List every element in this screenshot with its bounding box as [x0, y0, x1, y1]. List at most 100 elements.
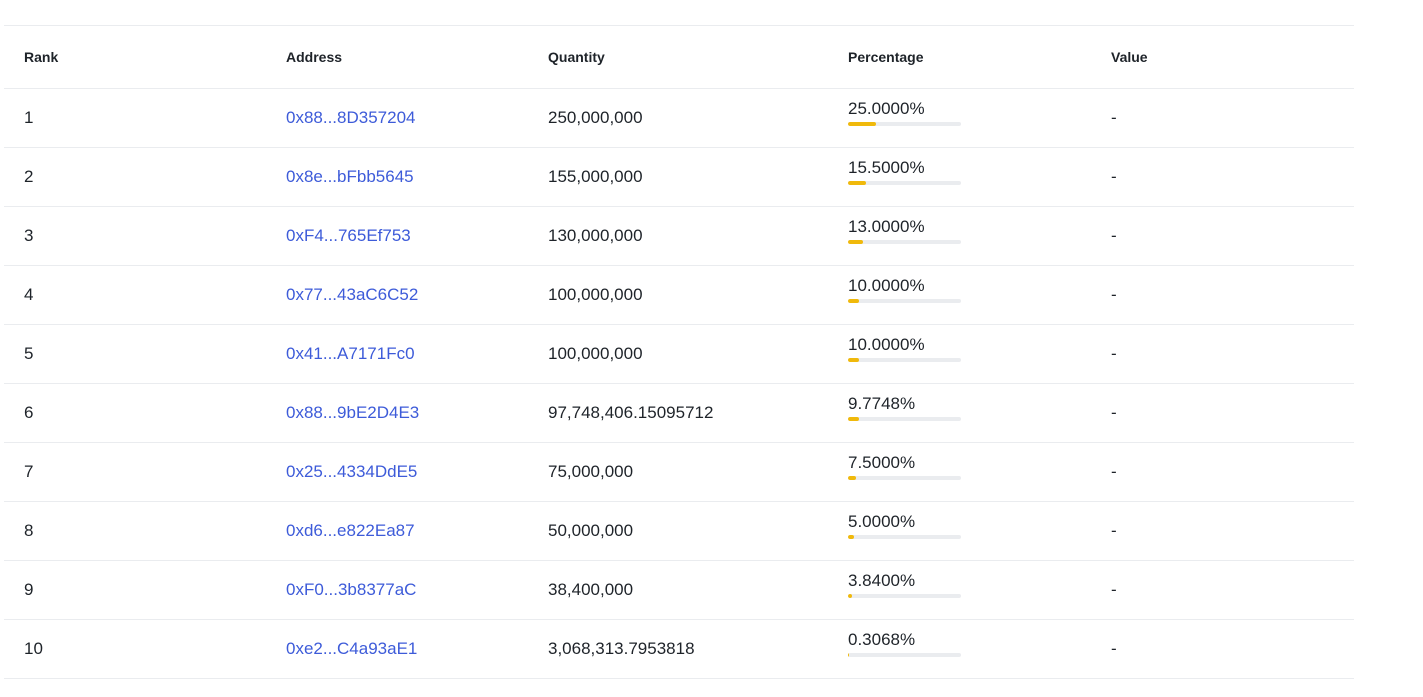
token-holders-table: Rank Address Quantity Percentage Value 1… [4, 25, 1354, 679]
header-address: Address [286, 49, 343, 65]
percentage-bar-track [848, 653, 961, 657]
address-cell: 0x88...8D357204 [266, 89, 528, 148]
percentage-indicator: 5.0000% [848, 512, 961, 539]
percentage-bar-track [848, 476, 961, 480]
value-cell: - [1111, 521, 1117, 540]
percentage-cell: 9.7748% [828, 384, 1091, 443]
header-rank: Rank [24, 49, 59, 65]
percentage-bar-fill [848, 240, 863, 244]
percentage-text: 10.0000% [848, 335, 925, 354]
value-cell: - [1111, 639, 1117, 658]
percentage-indicator: 0.3068% [848, 630, 961, 657]
address-link[interactable]: 0xF0...3b8377aC [286, 580, 416, 599]
address-cell: 0x8e...bFbb5645 [266, 148, 528, 207]
value-cell: - [1111, 108, 1117, 127]
quantity-cell: 3,068,313.7953818 [548, 639, 695, 658]
address-cell: 0xF4...765Ef753 [266, 207, 528, 266]
percentage-bar-track [848, 122, 961, 126]
header-value: Value [1111, 49, 1148, 65]
quantity-cell: 250,000,000 [548, 108, 643, 127]
percentage-bar-track [848, 181, 961, 185]
percentage-bar-fill [848, 476, 857, 480]
percentage-cell: 0.3068% [828, 620, 1091, 679]
address-link[interactable]: 0x8e...bFbb5645 [286, 167, 414, 186]
table-body: 1 0x88...8D357204 250,000,000 25.0000% - 2 0x8… [4, 89, 1354, 679]
address-link[interactable]: 0x88...9bE2D4E3 [286, 403, 419, 422]
table-row: 1 0x88...8D357204 250,000,000 25.0000% - [4, 89, 1354, 148]
quantity-cell: 75,000,000 [548, 462, 634, 481]
address-cell: 0xF0...3b8377aC [266, 561, 528, 620]
address-cell: 0xe2...C4a93aE1 [266, 620, 528, 679]
quantity-cell: 130,000,000 [548, 226, 643, 245]
percentage-text: 9.7748% [848, 394, 916, 413]
address-link[interactable]: 0x25...4334DdE5 [286, 462, 417, 481]
percentage-bar-track [848, 535, 961, 539]
table-row: 10 0xe2...C4a93aE1 3,068,313.7953818 0.3068… [4, 620, 1354, 679]
percentage-bar-track [848, 299, 961, 303]
percentage-text: 3.8400% [848, 571, 916, 590]
address-cell: 0xd6...e822Ea87 [266, 502, 528, 561]
percentage-indicator: 3.8400% [848, 571, 961, 598]
percentage-text: 13.0000% [848, 217, 925, 236]
table-row: 4 0x77...43aC6C52 100,000,000 10.0000% - [4, 266, 1354, 325]
percentage-bar-fill [848, 181, 866, 185]
address-link[interactable]: 0x77...43aC6C52 [286, 285, 418, 304]
percentage-text: 0.3068% [848, 630, 916, 649]
percentage-bar-fill [848, 122, 877, 126]
rank-cell: 2 [24, 167, 34, 186]
percentage-cell: 5.0000% [828, 502, 1091, 561]
percentage-cell: 13.0000% [828, 207, 1091, 266]
percentage-cell: 25.0000% [828, 89, 1091, 148]
quantity-cell: 155,000,000 [548, 167, 643, 186]
percentage-cell: 15.5000% [828, 148, 1091, 207]
percentage-bar-fill [848, 358, 860, 362]
quantity-cell: 38,400,000 [548, 580, 634, 599]
percentage-cell: 7.5000% [828, 443, 1091, 502]
address-cell: 0x88...9bE2D4E3 [266, 384, 528, 443]
percentage-indicator: 15.5000% [848, 158, 961, 185]
percentage-text: 5.0000% [848, 512, 916, 531]
rank-cell: 7 [24, 462, 34, 481]
percentage-indicator: 7.5000% [848, 453, 961, 480]
address-link[interactable]: 0x88...8D357204 [286, 108, 416, 127]
address-link[interactable]: 0xF4...765Ef753 [286, 226, 411, 245]
percentage-bar-track [848, 594, 961, 598]
rank-cell: 10 [24, 639, 43, 658]
quantity-cell: 100,000,000 [548, 344, 643, 363]
rank-cell: 8 [24, 521, 34, 540]
rank-cell: 4 [24, 285, 34, 304]
percentage-text: 10.0000% [848, 276, 925, 295]
address-link[interactable]: 0xd6...e822Ea87 [286, 521, 415, 540]
percentage-cell: 3.8400% [828, 561, 1091, 620]
address-link[interactable]: 0xe2...C4a93aE1 [286, 639, 417, 658]
percentage-cell: 10.0000% [828, 266, 1091, 325]
percentage-bar-fill [848, 417, 860, 421]
percentage-bar-fill [848, 299, 860, 303]
value-cell: - [1111, 344, 1117, 363]
table-row: 5 0x41...A7171Fc0 100,000,000 10.0000% - [4, 325, 1354, 384]
percentage-indicator: 25.0000% [848, 99, 961, 126]
table-header-row: Rank Address Quantity Percentage Value [4, 25, 1354, 89]
percentage-bar-track [848, 417, 961, 421]
header-percentage: Percentage [848, 49, 924, 65]
rank-cell: 9 [24, 580, 34, 599]
percentage-bar-track [848, 358, 961, 362]
rank-cell: 6 [24, 403, 34, 422]
rank-cell: 3 [24, 226, 34, 245]
address-link[interactable]: 0x41...A7171Fc0 [286, 344, 415, 363]
address-cell: 0x41...A7171Fc0 [266, 325, 528, 384]
value-cell: - [1111, 226, 1117, 245]
percentage-indicator: 10.0000% [848, 276, 961, 303]
percentage-text: 25.0000% [848, 99, 925, 118]
percentage-bar-track [848, 240, 961, 244]
address-cell: 0x25...4334DdE5 [266, 443, 528, 502]
table-row: 3 0xF4...765Ef753 130,000,000 13.0000% - [4, 207, 1354, 266]
percentage-indicator: 10.0000% [848, 335, 961, 362]
value-cell: - [1111, 462, 1117, 481]
table-row: 7 0x25...4334DdE5 75,000,000 7.5000% - [4, 443, 1354, 502]
value-cell: - [1111, 167, 1117, 186]
header-quantity: Quantity [548, 49, 605, 65]
percentage-bar-fill [848, 535, 854, 539]
percentage-text: 15.5000% [848, 158, 925, 177]
value-cell: - [1111, 403, 1117, 422]
